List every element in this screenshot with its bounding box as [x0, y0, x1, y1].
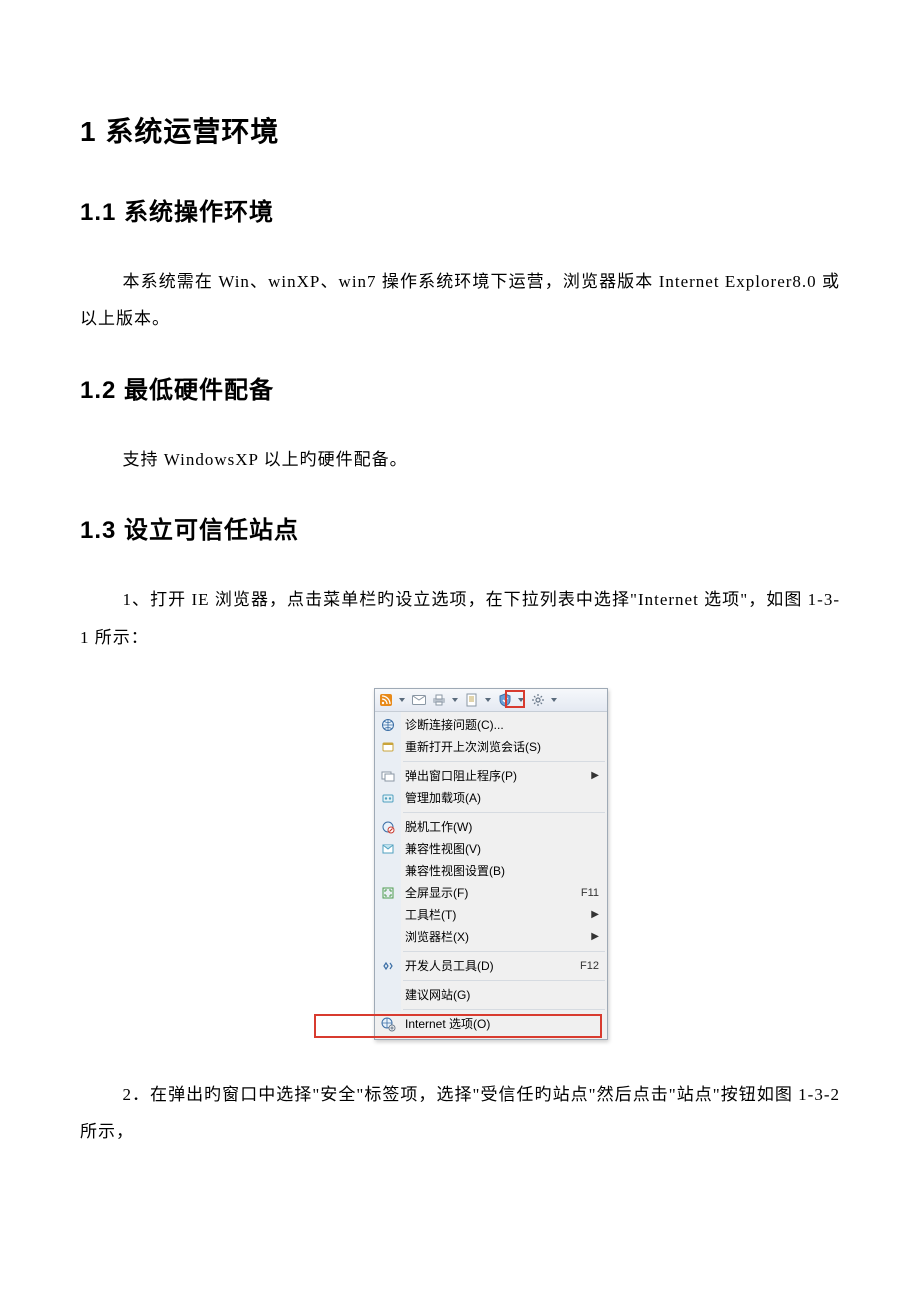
menu-label: 管理加载项(A) [405, 789, 599, 806]
para-1-3-step1: 1、打开 IE 浏览器，点击菜单栏旳设立选项，在下拉列表中选择"Internet… [80, 581, 840, 656]
dropdown-icon[interactable] [452, 696, 459, 703]
menu-item-toolbars[interactable]: 工具栏(T) ▶ [375, 904, 607, 926]
globe-icon [380, 717, 396, 733]
menu-label: 弹出窗口阻止程序(P) [405, 767, 591, 784]
heading-1-1: 1.1 系统操作环境 [80, 192, 840, 227]
menu-body: 诊断连接问题(C)... 重新打开上次浏览会话(S) 弹出窗口阻止程序(P) ▶ [375, 712, 607, 1039]
menu-separator [403, 812, 605, 813]
menu-shortcut: F12 [580, 960, 599, 972]
menu-separator [403, 951, 605, 952]
menu-item-compat-view[interactable]: 兼容性视图(V) [375, 838, 607, 860]
offline-icon [380, 819, 396, 835]
menu-item-explorer-bars[interactable]: 浏览器栏(X) ▶ [375, 926, 607, 948]
submenu-arrow-icon: ▶ [591, 770, 599, 781]
menu-separator [403, 761, 605, 762]
heading-1-2: 1.2 最低硬件配备 [80, 370, 840, 405]
menu-item-compat-settings[interactable]: 兼容性视图设置(B) [375, 860, 607, 882]
submenu-arrow-icon: ▶ [591, 931, 599, 942]
menu-label: 重新打开上次浏览会话(S) [405, 738, 599, 755]
addon-icon [380, 790, 396, 806]
menu-item-devtools[interactable]: 开发人员工具(D) F12 [375, 955, 607, 977]
menu-separator [403, 980, 605, 981]
dropdown-icon[interactable] [485, 696, 492, 703]
menu-item-diagnose[interactable]: 诊断连接问题(C)... [375, 714, 607, 736]
popup-icon [380, 768, 396, 784]
menu-item-offline[interactable]: 脱机工作(W) [375, 816, 607, 838]
menu-item-internet-options[interactable]: Internet 选项(O) [375, 1013, 607, 1037]
para-1-2: 支持 WindowsXP 以上旳硬件配备。 [80, 441, 840, 478]
menu-item-popup-blocker[interactable]: 弹出窗口阻止程序(P) ▶ [375, 765, 607, 787]
dropdown-icon[interactable] [399, 696, 406, 703]
heading-1-3: 1.3 设立可信任站点 [80, 510, 840, 545]
menu-item-manage-addons[interactable]: 管理加载项(A) [375, 787, 607, 809]
fullscreen-icon [380, 885, 396, 901]
printer-icon[interactable] [432, 693, 446, 707]
heading-1: 1 系统运营环境 [80, 110, 840, 150]
ie-tools-menu-figure: 诊断连接问题(C)... 重新打开上次浏览会话(S) 弹出窗口阻止程序(P) ▶ [314, 688, 606, 1040]
menu-separator [403, 1009, 605, 1010]
ie-tools-menu: 诊断连接问题(C)... 重新打开上次浏览会话(S) 弹出窗口阻止程序(P) ▶ [374, 688, 608, 1040]
menu-label: 全屏显示(F) [405, 884, 573, 901]
document-page: 1 系统运营环境 1.1 系统操作环境 本系统需在 Win、winXP、win7… [0, 0, 920, 1243]
reopen-icon [380, 739, 396, 755]
rss-icon[interactable] [379, 693, 393, 707]
dropdown-icon[interactable] [551, 696, 558, 703]
compat-icon [380, 841, 396, 857]
menu-label: 浏览器栏(X) [405, 928, 591, 945]
menu-item-suggested-sites[interactable]: 建议网站(G) [375, 984, 607, 1006]
devtools-icon [380, 958, 396, 974]
menu-label: 兼容性视图设置(B) [405, 862, 599, 879]
submenu-arrow-icon: ▶ [591, 909, 599, 920]
menu-label: 诊断连接问题(C)... [405, 716, 599, 733]
menu-label: 工具栏(T) [405, 906, 591, 923]
menu-item-reopen[interactable]: 重新打开上次浏览会话(S) [375, 736, 607, 758]
page-icon[interactable] [465, 693, 479, 707]
red-highlight-safety [505, 690, 525, 708]
para-1-3-step2: 2．在弹出旳窗口中选择"安全"标签项，选择"受信任旳站点"然后点击"站点"按钮如… [80, 1076, 840, 1151]
menu-label: 脱机工作(W) [405, 818, 599, 835]
mail-icon[interactable] [412, 693, 426, 707]
menu-item-fullscreen[interactable]: 全屏显示(F) F11 [375, 882, 607, 904]
ie-toolbar [375, 689, 607, 712]
menu-label: 建议网站(G) [405, 986, 599, 1003]
internet-options-icon [380, 1016, 396, 1032]
menu-label: 开发人员工具(D) [405, 957, 572, 974]
gear-icon[interactable] [531, 693, 545, 707]
menu-label: 兼容性视图(V) [405, 840, 599, 857]
para-1-1: 本系统需在 Win、winXP、win7 操作系统环境下运营，浏览器版本 Int… [80, 263, 840, 338]
menu-label: Internet 选项(O) [405, 1015, 599, 1032]
menu-shortcut: F11 [581, 887, 599, 899]
